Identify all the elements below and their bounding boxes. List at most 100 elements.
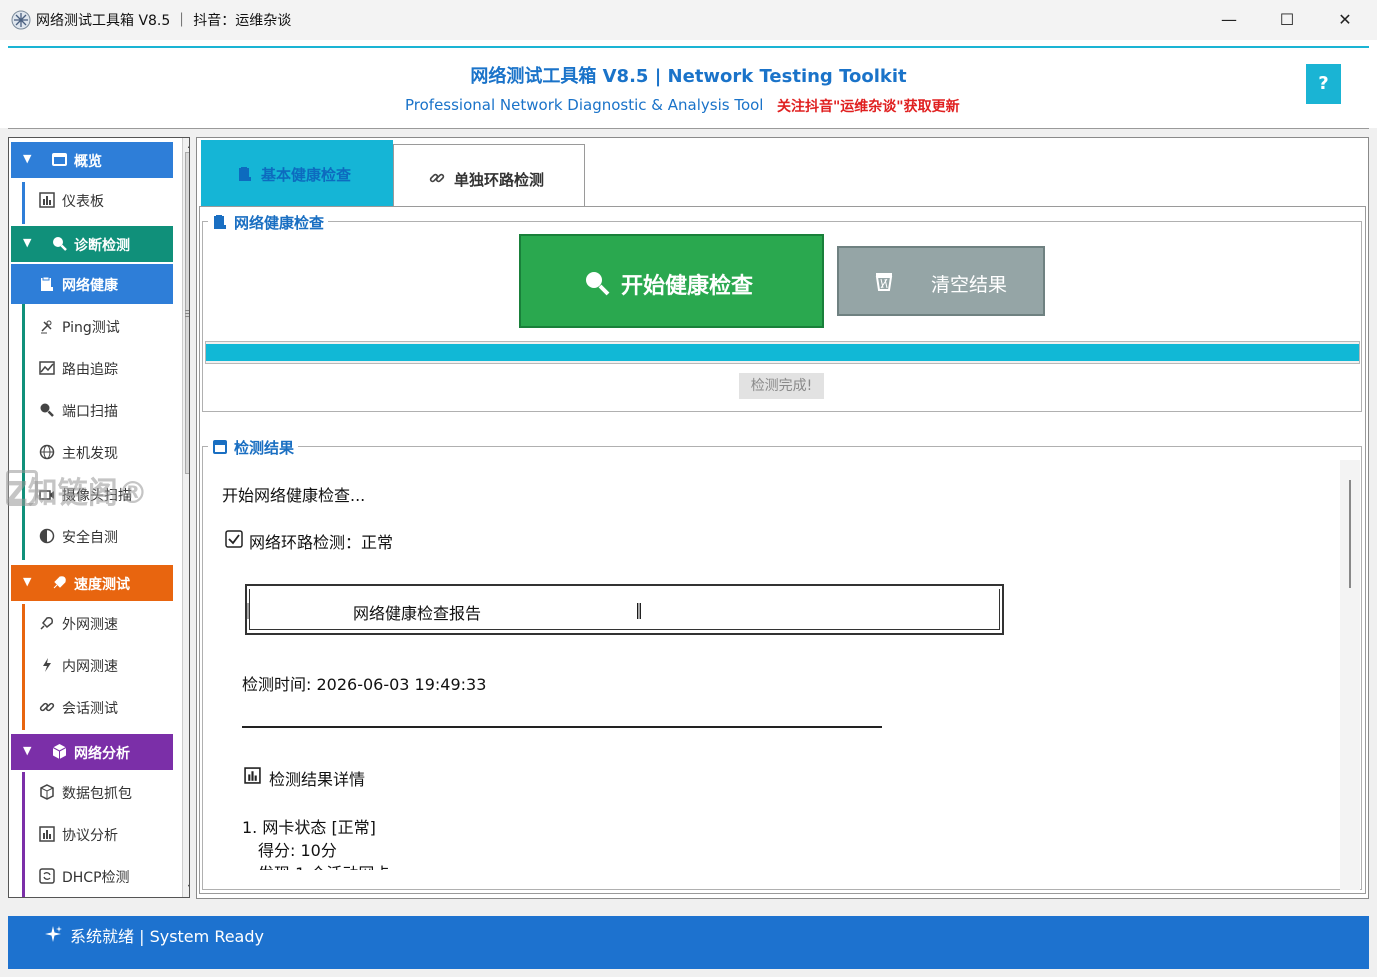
sidebar-item-protocol-analysis[interactable]: 协议分析 bbox=[11, 814, 173, 854]
sidebar-category-overview[interactable]: ▼ 概览 bbox=[11, 142, 173, 178]
category-label: 诊断检测 bbox=[74, 238, 130, 254]
chevron-down-icon: ▼ bbox=[23, 236, 32, 249]
result-line: 开始网络健康检查... bbox=[222, 486, 366, 505]
health-check-group-title: 网络健康检查 bbox=[208, 212, 329, 233]
sidebar-item-port-scan[interactable]: 端口扫描 bbox=[11, 390, 173, 430]
magnifier-icon bbox=[40, 403, 54, 417]
group-title-text: 网络健康检查 bbox=[234, 214, 325, 232]
status-bar-text: 系统就绪 | System Ready bbox=[70, 927, 264, 946]
sidebar-item-traceroute[interactable]: 路由追踪 bbox=[11, 348, 173, 388]
package-icon bbox=[40, 784, 54, 800]
progress-bar-fill bbox=[206, 344, 1359, 361]
sidebar-category-speed-test[interactable]: ▼ 速度测试 bbox=[11, 565, 173, 601]
maximize-button[interactable]: ☐ bbox=[1258, 0, 1316, 40]
rocket-icon bbox=[53, 576, 66, 589]
results-text-area[interactable]: 开始网络健康检查... 网络环路检测：正常 ‖ 网络健康检查报告 ‖ 检测时间:… bbox=[204, 460, 1339, 870]
sidebar-item-ping[interactable]: Ping测试 bbox=[11, 306, 173, 346]
refresh-icon bbox=[39, 868, 55, 884]
scroll-down-arrow-icon[interactable]: ▼ bbox=[183, 881, 189, 895]
sidebar-item-label: 协议分析 bbox=[62, 828, 118, 844]
result-line: 网络环路检测：正常 bbox=[249, 533, 394, 552]
sidebar-item-label: 外网测速 bbox=[62, 617, 118, 633]
sidebar-item-network-health[interactable]: 网络健康 bbox=[11, 264, 173, 304]
header-divider bbox=[8, 128, 1369, 129]
sidebar-item-packet-capture[interactable]: 数据包抓包 bbox=[11, 772, 173, 812]
start-button-label: 开始健康检查 bbox=[621, 274, 754, 299]
sidebar-item-wan-speed[interactable]: 外网测速 bbox=[11, 603, 173, 643]
app-subtitle: Professional Network Diagnostic & Analys… bbox=[405, 96, 764, 114]
category-label: 网络分析 bbox=[74, 746, 130, 762]
satellite-icon bbox=[41, 320, 52, 334]
category-label: 速度测试 bbox=[74, 577, 130, 593]
dashboard-icon bbox=[213, 440, 227, 454]
sparkle-icon bbox=[45, 926, 62, 942]
clear-results-button[interactable]: 清空结果 bbox=[837, 246, 1045, 316]
group-title-text: 检测结果 bbox=[234, 439, 295, 457]
help-button[interactable]: ? bbox=[1306, 64, 1341, 104]
status-label: 检测完成! bbox=[739, 373, 824, 399]
header-accent-line bbox=[8, 46, 1369, 48]
sidebar-item-label: 内网测速 bbox=[62, 659, 118, 675]
bar-chart-icon bbox=[244, 767, 261, 784]
sidebar-item-label: 主机发现 bbox=[62, 446, 118, 462]
category-label: 概览 bbox=[74, 154, 102, 170]
update-notice: 关注抖音"运维杂谈"获取更新 bbox=[777, 99, 960, 115]
result-item-detail: 发现 1 个活动网卡 bbox=[258, 860, 390, 870]
scroll-up-arrow-icon[interactable]: ▲ bbox=[183, 138, 189, 152]
app-title: 网络测试工具箱 V8.5 | Network Testing Toolkit bbox=[470, 66, 907, 87]
dashboard-icon bbox=[52, 153, 67, 166]
start-health-check-button[interactable]: 开始健康检查 bbox=[519, 234, 824, 328]
lightning-icon bbox=[43, 658, 51, 672]
sidebar-item-label: DHCP检测 bbox=[62, 870, 130, 886]
sidebar-item-label: 仪表板 bbox=[62, 194, 104, 210]
sidebar-item-session-test[interactable]: 会话测试 bbox=[11, 687, 173, 727]
sidebar-nav: ▼ 概览 仪表板 ▼ 诊断检测 网络健康 Ping测试 路由追踪 端口扫描 主机… bbox=[8, 137, 190, 898]
report-divider bbox=[242, 726, 882, 728]
details-heading: 检测结果详情 bbox=[269, 770, 366, 789]
sidebar-category-network-analysis[interactable]: ▼ 网络分析 bbox=[11, 734, 173, 770]
rocket-icon bbox=[40, 617, 53, 630]
link-icon bbox=[429, 173, 445, 183]
link-icon bbox=[39, 702, 55, 712]
result-item-title: 1. 网卡状态 [正常] bbox=[242, 818, 376, 837]
window-title: 网络测试工具箱 V8.5 ｜ 抖音：运维杂谈 bbox=[36, 13, 292, 29]
report-timestamp: 检测时间: 2026-06-03 19:49:33 bbox=[242, 675, 487, 694]
sidebar-item-label: 端口扫描 bbox=[62, 404, 118, 420]
bar-chart-icon bbox=[39, 826, 55, 842]
sidebar-item-host-discovery[interactable]: 主机发现 bbox=[11, 432, 173, 472]
sidebar-item-label: 会话测试 bbox=[62, 701, 118, 717]
sidebar-scrollbar[interactable]: ▲ ▼ bbox=[182, 138, 189, 897]
map-icon bbox=[39, 361, 55, 375]
package-icon bbox=[52, 744, 67, 759]
sidebar-item-label: 数据包抓包 bbox=[62, 786, 132, 802]
close-button[interactable]: ✕ bbox=[1316, 0, 1374, 40]
minimize-button[interactable]: — bbox=[1200, 0, 1258, 40]
sidebar-item-lan-speed[interactable]: 内网测速 bbox=[11, 645, 173, 685]
tab-label: 基本健康检查 bbox=[261, 166, 352, 184]
result-item-score: 得分: 10分 bbox=[258, 841, 337, 860]
chevron-down-icon: ▼ bbox=[23, 744, 32, 757]
sidebar-item-security-test[interactable]: 安全自测 bbox=[11, 516, 173, 556]
shield-icon bbox=[39, 528, 55, 544]
sidebar-category-diagnostics[interactable]: ▼ 诊断检测 bbox=[11, 226, 173, 262]
sidebar-item-dashboard[interactable]: 仪表板 bbox=[11, 180, 173, 220]
app-snowflake-icon bbox=[11, 10, 31, 30]
report-title-frame-inner bbox=[249, 589, 1000, 630]
results-group-title: 检测结果 bbox=[208, 437, 299, 458]
tab-basic-health-check[interactable]: 基本健康检查 bbox=[201, 140, 393, 207]
clipboard-icon bbox=[41, 276, 53, 291]
results-scrollbar-thumb[interactable] bbox=[1349, 480, 1351, 588]
sidebar-item-dhcp-check[interactable]: DHCP检测 bbox=[11, 856, 173, 896]
scrollbar-grip bbox=[185, 310, 189, 318]
sidebar-item-label: 路由追踪 bbox=[62, 362, 118, 378]
tab-loop-detection[interactable]: 单独环路检测 bbox=[393, 144, 585, 207]
clipboard-icon bbox=[239, 167, 251, 181]
magnifier-icon bbox=[53, 237, 67, 251]
sidebar-item-label: 网络健康 bbox=[62, 278, 118, 294]
clear-button-label: 清空结果 bbox=[931, 274, 1008, 296]
trash-icon bbox=[875, 273, 893, 291]
globe-icon bbox=[39, 444, 55, 460]
chevron-down-icon: ▼ bbox=[23, 152, 32, 165]
watermark: Z知链阁® bbox=[6, 476, 148, 511]
chevron-down-icon: ▼ bbox=[23, 575, 32, 588]
